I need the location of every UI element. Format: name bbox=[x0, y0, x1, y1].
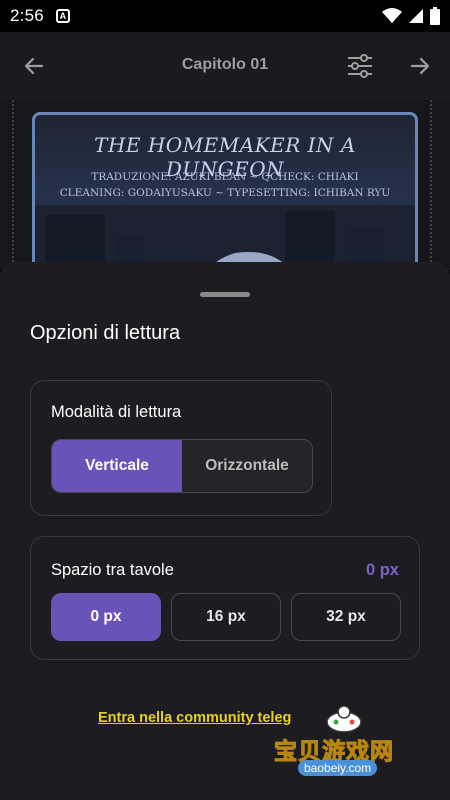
sheet-title: Opzioni di lettura bbox=[30, 322, 181, 344]
reading-mode-toggle: Verticale Orizzontale bbox=[51, 439, 313, 493]
reading-mode-card: Modalità di lettura Verticale Orizzontal… bbox=[30, 380, 332, 516]
spacing-32-button[interactable]: 32 px bbox=[291, 593, 401, 641]
comic-credit-cleaning: CLEANING: GODAIYUSAKU ~ TYPESETTING: ICH… bbox=[59, 187, 391, 199]
reader-area[interactable]: THE HOMEMAKER IN A DUNGEON TRADUZIONE: A… bbox=[0, 100, 450, 270]
next-chapter-button[interactable] bbox=[404, 50, 436, 82]
wifi-icon bbox=[382, 8, 402, 23]
status-icons bbox=[382, 7, 440, 25]
arrow-right-icon bbox=[410, 57, 430, 75]
spacing-16-button[interactable]: 16 px bbox=[171, 593, 281, 641]
mode-vertical-button[interactable]: Verticale bbox=[52, 440, 182, 492]
reader-settings-button[interactable] bbox=[344, 50, 376, 82]
sliders-icon bbox=[348, 54, 372, 78]
chapter-title: Capitolo 01 bbox=[181, 56, 269, 73]
comic-artwork bbox=[35, 205, 415, 270]
battery-icon bbox=[430, 7, 440, 25]
a-box-icon: A bbox=[55, 9, 70, 23]
status-bar: 2:56 A bbox=[0, 0, 450, 32]
page-divider-left bbox=[12, 100, 14, 270]
page-spacing-options: 0 px 16 px 32 px bbox=[51, 593, 401, 641]
reading-mode-label: Modalità di lettura bbox=[51, 403, 182, 421]
status-time: 2:56 bbox=[10, 6, 44, 25]
telegram-community-link[interactable]: Entra nella community teleg bbox=[98, 710, 291, 726]
comic-credit-translation: TRADUZIONE: AZUKI BEAN ~ QCHECK: CHIAKI bbox=[91, 171, 359, 183]
mode-horizontal-button[interactable]: Orizzontale bbox=[182, 440, 312, 492]
page-spacing-card: Spazio tra tavole 0 px 0 px 16 px 32 px bbox=[30, 536, 420, 660]
watermark-url: baobeiy.com bbox=[298, 760, 378, 776]
page-spacing-value: 0 px bbox=[365, 561, 399, 579]
signal-icon bbox=[409, 9, 423, 23]
comic-page: THE HOMEMAKER IN A DUNGEON TRADUZIONE: A… bbox=[32, 112, 418, 270]
gamepad-logo-icon bbox=[326, 705, 362, 733]
page-spacing-label: Spazio tra tavole bbox=[51, 561, 174, 579]
watermark: 宝贝游戏网 baobeiy.com bbox=[274, 700, 424, 786]
reader-app-bar: Capitolo 01 bbox=[0, 32, 450, 100]
page-divider-right bbox=[430, 100, 432, 270]
spacing-0-button[interactable]: 0 px bbox=[51, 593, 161, 641]
sheet-drag-handle[interactable] bbox=[200, 292, 250, 297]
